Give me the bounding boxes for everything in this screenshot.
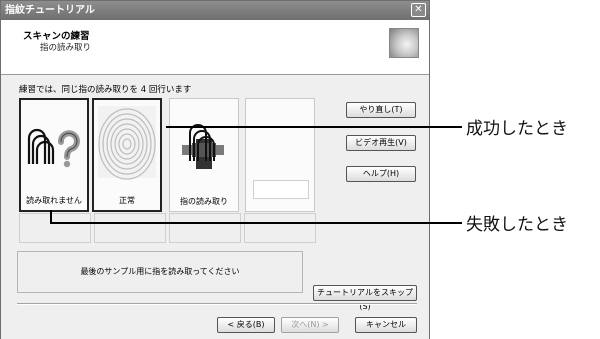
- wizard-body: 練習では、同じ指の読み取りを 4 回行います 読み取れません 正常 指の読み取り…: [1, 75, 429, 339]
- sample-panel-scan: 指の読み取り: [169, 98, 239, 212]
- panel-label-scan: 指の読み取り: [180, 197, 228, 206]
- sample-panel-success: 正常: [92, 98, 162, 212]
- callout-failure-label: 失敗したとき: [466, 215, 568, 235]
- tutorial-window: 指紋チュートリアル ✕ スキャンの練習 指の読み取り 練習では、同じ指の読み取り…: [0, 0, 430, 339]
- status-cell-1: [19, 213, 91, 243]
- panel-label-success: 正常: [119, 196, 135, 205]
- callout-line-success: [166, 126, 462, 128]
- status-cell-3: [169, 213, 241, 243]
- page-subtitle: 指の読み取り: [40, 43, 92, 53]
- message-box: 最後のサンプル用に指を読み取ってください: [17, 251, 303, 293]
- page-title: スキャンの練習: [23, 31, 90, 42]
- redo-button[interactable]: やり直し(T): [346, 102, 416, 118]
- finger-on-sensor-icon: [182, 124, 224, 169]
- cancel-button[interactable]: キャンセル: [355, 317, 417, 333]
- callout-line-failure: [50, 222, 462, 224]
- help-button[interactable]: ヘルプ(H): [346, 166, 416, 182]
- fingerprint-icon: [98, 106, 156, 180]
- status-cell-4: [244, 213, 316, 243]
- divider: [17, 303, 417, 305]
- callout-success-label: 成功したとき: [466, 119, 568, 139]
- title-bar: 指紋チュートリアル ✕: [1, 1, 429, 20]
- fingers-question-icon: [27, 128, 80, 168]
- wizard-header: スキャンの練習 指の読み取り: [1, 20, 429, 75]
- status-cell-2: [94, 213, 166, 243]
- sample-panel-failed: 読み取れません: [19, 98, 89, 212]
- next-button: 次へ(N) >: [281, 317, 339, 333]
- empty-status-slot: [253, 180, 309, 199]
- play-video-button[interactable]: ビデオ再生(V): [346, 135, 416, 151]
- message-text: 最後のサンプル用に指を読み取ってください: [80, 267, 240, 276]
- skip-tutorial-button[interactable]: チュートリアルをスキップ(S): [313, 285, 417, 311]
- fingerprint-thumbnail-icon: [389, 28, 419, 58]
- panel-label-failed: 読み取れません: [26, 196, 82, 205]
- window-title: 指紋チュートリアル: [5, 5, 95, 16]
- instruction-text: 練習では、同じ指の読み取りを 4 回行います: [19, 85, 192, 95]
- back-button[interactable]: < 戻る(B): [217, 317, 275, 333]
- close-icon[interactable]: ✕: [411, 3, 426, 17]
